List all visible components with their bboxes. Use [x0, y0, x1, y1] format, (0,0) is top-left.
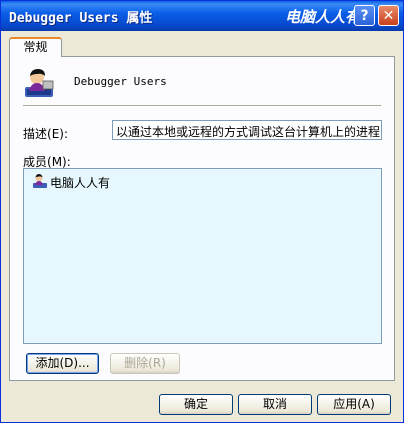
description-label: 描述(E): [23, 127, 69, 141]
add-button[interactable]: 添加(D)... [26, 353, 99, 374]
help-button[interactable]: ? [354, 5, 375, 26]
members-list[interactable]: 电脑人人有 [23, 168, 382, 344]
window-title: Debugger Users 属性 [9, 11, 153, 26]
watermark-text: 电脑人人有 [285, 8, 361, 26]
member-name: 电脑人人有 [50, 176, 111, 190]
description-field[interactable]: 以通过本地或远程的方式调试这台计算机上的进程 [112, 120, 382, 140]
ok-button[interactable]: 确定 [159, 394, 233, 415]
remove-button[interactable]: 删除(R) [110, 353, 180, 374]
properties-dialog: Debugger Users 属性 电脑人人有 ? ✕ 常规 Debugger … [0, 0, 404, 423]
cancel-button[interactable]: 取消 [238, 394, 312, 415]
group-users-icon [25, 69, 54, 97]
close-button[interactable]: ✕ [378, 5, 399, 26]
user-icon [33, 174, 47, 188]
group-name: Debugger Users [74, 75, 167, 88]
apply-button[interactable]: 应用(A) [317, 394, 391, 415]
separator [23, 105, 381, 107]
tab-general[interactable]: 常规 [9, 37, 62, 57]
title-bar[interactable]: Debugger Users 属性 电脑人人有 ? ✕ [1, 1, 403, 31]
